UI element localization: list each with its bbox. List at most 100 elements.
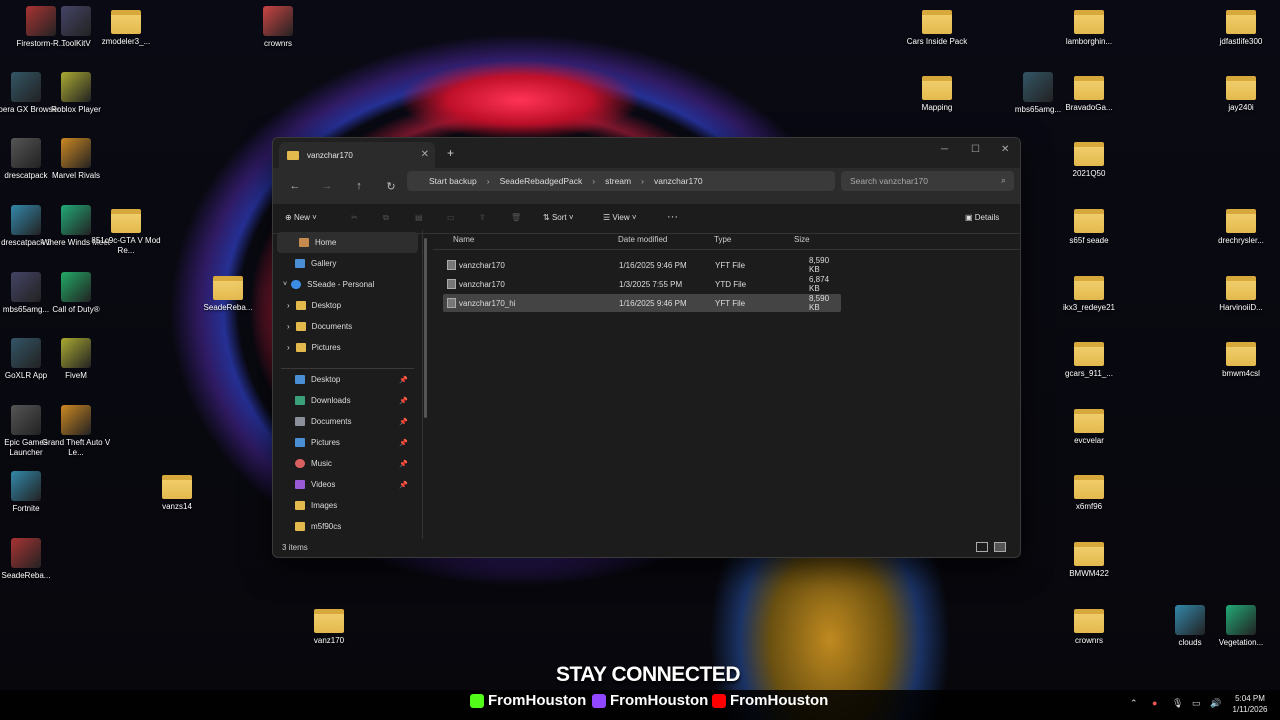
network-icon[interactable]: ▭ [1192, 698, 1201, 709]
nav-od-desktop[interactable]: › Desktop [273, 295, 422, 316]
desktop-shortcut[interactable]: Mapping [899, 72, 975, 113]
nav-pinned-documents[interactable]: Documents 📌 [273, 411, 422, 432]
nav-scrollbar[interactable] [424, 238, 427, 418]
minimize-button[interactable]: ─ [941, 144, 948, 155]
details-view-icon[interactable] [976, 542, 988, 552]
up-arrow-icon[interactable]: ↑ [347, 180, 371, 192]
forward-arrow-icon[interactable]: → [315, 180, 339, 192]
share-icon[interactable]: ⇪ [479, 213, 486, 222]
view-button[interactable]: ☰ View ˅ [603, 213, 637, 222]
desktop-shortcut[interactable]: HarvinoiiD... [1203, 272, 1279, 313]
desktop-shortcut[interactable]: Roblox Player [38, 72, 114, 115]
desktop-shortcut[interactable]: SeadeReba... [0, 538, 64, 581]
microphone-icon[interactable]: 🎙 [1172, 698, 1183, 709]
tab-vanzchar170[interactable]: vanzchar170 ✕ [279, 142, 435, 168]
desktop-shortcut[interactable]: bmwm4csl [1203, 338, 1279, 379]
column-size[interactable]: Size [794, 235, 810, 244]
desktop-shortcut[interactable]: s65f seade [1051, 205, 1127, 246]
tiles-view-icon[interactable] [994, 542, 1006, 552]
breadcrumb-item[interactable]: Start backup [429, 176, 477, 186]
file-row[interactable]: vanzchar170 1/3/2025 7:55 PM YTD File 6,874… [443, 275, 841, 293]
file-row[interactable]: vanzchar170_hi 1/16/2025 9:46 PM YFT File 8… [443, 294, 841, 312]
desktop-shortcut[interactable]: Grand Theft Auto V Le... [38, 405, 114, 458]
desktop-shortcut[interactable]: lamborghin... [1051, 6, 1127, 47]
nav-od-documents[interactable]: › Documents [273, 316, 422, 337]
close-tab-icon[interactable]: ✕ [421, 149, 429, 160]
nav-onedrive[interactable]: ˅ SSeade - Personal [273, 274, 422, 295]
sort-button[interactable]: ⇅ Sort ˅ [543, 213, 574, 222]
desktop-shortcut[interactable]: 2021Q50 [1051, 138, 1127, 179]
column-date[interactable]: Date modified [618, 235, 667, 244]
delete-icon[interactable]: 🗑 [511, 213, 521, 222]
nav-label: Documents [311, 417, 352, 426]
maximize-button[interactable]: ☐ [971, 144, 980, 155]
desktop-shortcut[interactable]: vanzs14 [139, 471, 215, 512]
nav-pinned-desktop[interactable]: Desktop 📌 [273, 369, 422, 390]
desktop-shortcut[interactable]: SeadeReba... [190, 272, 266, 313]
nav-label: SSeade - Personal [307, 280, 375, 289]
breadcrumb-item[interactable]: stream [605, 176, 631, 186]
file-name: vanzchar170 [459, 260, 505, 270]
folder-icon [922, 10, 952, 34]
nav-pinned-videos[interactable]: Videos 📌 [273, 474, 422, 495]
social-youtube: FromHouston [712, 692, 828, 709]
desktop-shortcut[interactable]: evcvelar [1051, 405, 1127, 446]
rename-icon[interactable]: ▭ [447, 213, 455, 222]
kick-icon [470, 693, 484, 708]
clock[interactable]: 5:04 PM 1/11/2026 [1228, 693, 1272, 715]
nav-pinned-downloads[interactable]: Downloads 📌 [273, 390, 422, 411]
breadcrumb-item[interactable]: vanzchar170 [654, 176, 703, 186]
desktop-shortcut[interactable]: FiveM [38, 338, 114, 381]
desktop-shortcut[interactable]: Call of Duty® [38, 272, 114, 315]
desktop-shortcut[interactable]: Cars Inside Pack [899, 6, 975, 47]
desktop-shortcut[interactable]: Vegetation... [1203, 605, 1279, 648]
desktop-shortcut[interactable]: BravadoGa... [1051, 72, 1127, 113]
nav-pinned-m5f90cs[interactable]: m5f90cs [273, 516, 422, 537]
folder-icon [295, 301, 306, 310]
search-input[interactable]: Search vanzchar170 ⌕ [841, 171, 1014, 191]
app-tray-icon[interactable]: ● [1152, 698, 1157, 708]
back-arrow-icon[interactable]: ← [283, 180, 307, 192]
desktop-shortcut[interactable]: 851c9c-GTA V Mod Re... [88, 205, 164, 256]
file-row[interactable]: vanzchar170 1/16/2025 9:46 PM YFT File 8,59… [443, 256, 841, 274]
desktop-shortcut[interactable]: jdfastlife300 [1203, 6, 1279, 47]
desktop-icon [295, 375, 305, 384]
desktop-shortcut[interactable]: vanz170 [291, 605, 367, 646]
column-type[interactable]: Type [714, 235, 731, 244]
breadcrumb[interactable]: Start backup › SeadeRebadgedPack › stream ›… [407, 171, 835, 191]
desktop-shortcut[interactable]: Marvel Rivals [38, 138, 114, 181]
chevron-up-icon[interactable]: ⌃ [1130, 698, 1138, 709]
nav-home[interactable]: Home [277, 232, 418, 253]
breadcrumb-item[interactable]: SeadeRebadgedPack [500, 176, 583, 186]
desktop-shortcut[interactable]: zmodeler3_... [88, 6, 164, 47]
video-icon [295, 480, 305, 489]
volume-icon[interactable]: 🔊 [1210, 698, 1221, 709]
nav-pinned-music[interactable]: Music 📌 [273, 453, 422, 474]
download-icon [295, 396, 305, 405]
close-window-button[interactable]: ✕ [1001, 144, 1009, 155]
desktop-shortcut[interactable]: jay240i [1203, 72, 1279, 113]
desktop-shortcut[interactable]: BMWM422 [1051, 538, 1127, 579]
new-button[interactable]: ⊕ New ˅ [285, 213, 317, 222]
nav-pinned-pictures[interactable]: Pictures 📌 [273, 432, 422, 453]
column-name[interactable]: Name [453, 235, 474, 244]
nav-od-pictures[interactable]: › Pictures [273, 337, 422, 358]
nav-pinned-images[interactable]: Images [273, 495, 422, 516]
pin-icon: 📌 [399, 439, 408, 447]
copy-icon[interactable]: ⧉ [383, 213, 389, 223]
desktop-shortcut[interactable]: ikx3_redeye21 [1051, 272, 1127, 313]
app-icon [11, 272, 41, 302]
desktop-shortcut[interactable]: drechrysler... [1203, 205, 1279, 246]
desktop-shortcut[interactable]: Fortnite [0, 471, 64, 514]
desktop-shortcut[interactable]: gcars_911_... [1051, 338, 1127, 379]
more-options-icon[interactable]: ··· [667, 211, 678, 223]
desktop-shortcut[interactable]: crownrs [1051, 605, 1127, 646]
details-button[interactable]: ▣ Details [965, 213, 999, 222]
desktop-shortcut[interactable]: crownrs [240, 6, 316, 49]
paste-icon[interactable]: ▤ [415, 213, 423, 222]
desktop-shortcut[interactable]: x6mf96 [1051, 471, 1127, 512]
refresh-icon[interactable]: ↻ [379, 180, 403, 193]
new-tab-button[interactable]: + [447, 146, 454, 160]
nav-gallery[interactable]: Gallery [273, 253, 422, 274]
cut-icon[interactable]: ✂ [351, 213, 358, 222]
